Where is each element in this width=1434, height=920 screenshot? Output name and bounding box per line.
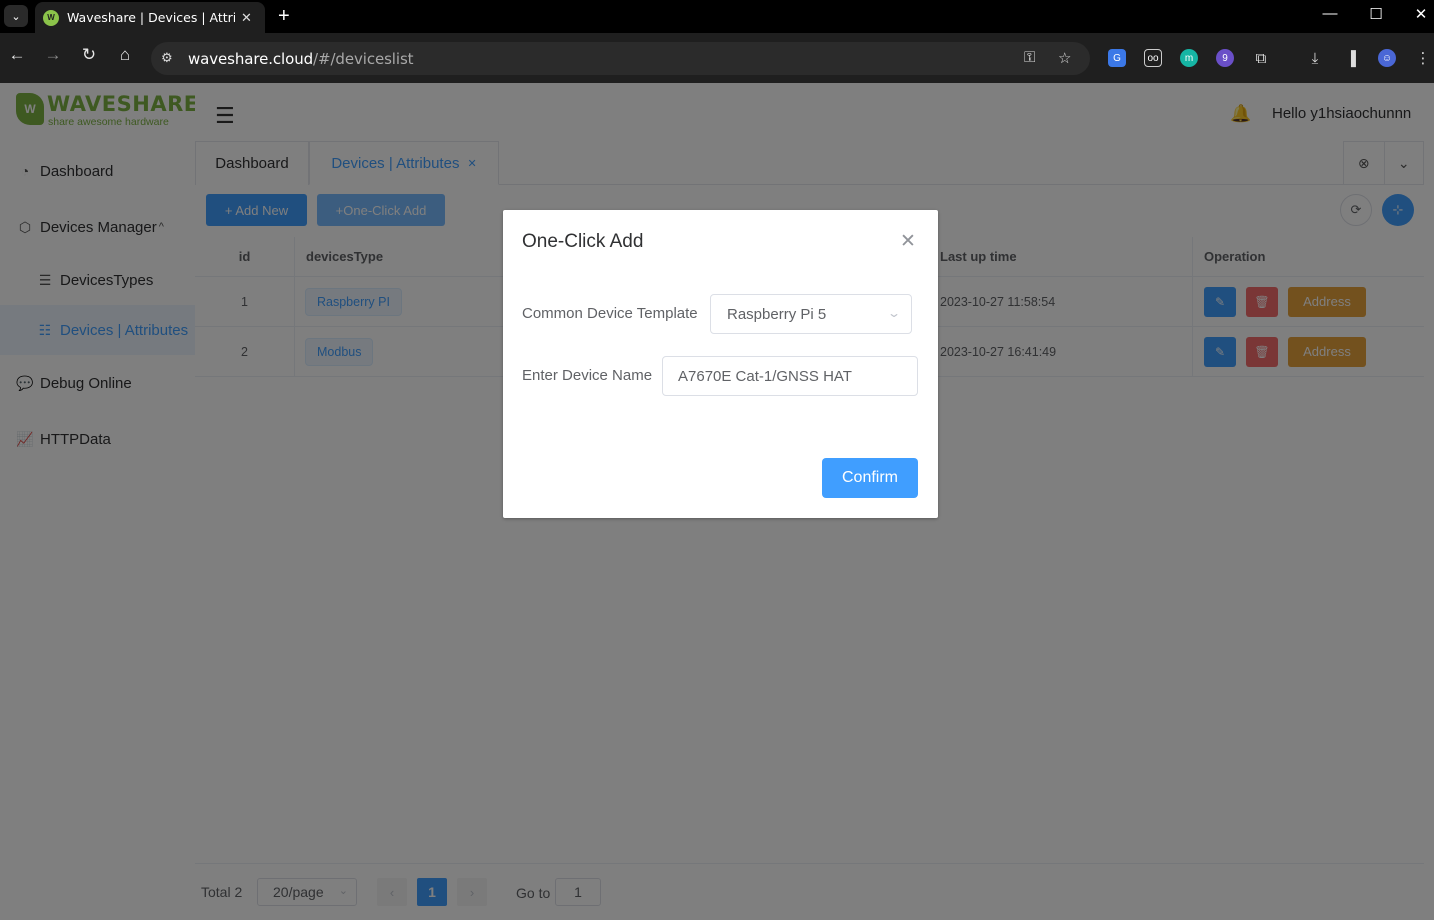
tab-search-button[interactable]: ⌄ bbox=[4, 5, 28, 27]
device-name-input[interactable] bbox=[662, 356, 918, 396]
minimize-window-button[interactable]: — bbox=[1320, 5, 1340, 22]
browser-tabstrip: ⌄ W Waveshare | Devices | Attributes ✕ +… bbox=[0, 0, 1434, 33]
close-tab-icon[interactable]: ✕ bbox=[241, 10, 252, 26]
forward-icon[interactable]: → bbox=[41, 45, 65, 65]
maximize-window-button[interactable]: ☐ bbox=[1366, 5, 1386, 23]
new-tab-button[interactable]: + bbox=[278, 5, 290, 27]
password-key-icon[interactable]: ⚿ bbox=[1024, 49, 1035, 66]
address-bar[interactable]: ⚙ waveshare.cloud/#/deviceslist ⚿ ☆ bbox=[151, 42, 1090, 75]
template-label: Common Device Template bbox=[522, 305, 698, 322]
confirm-button[interactable]: Confirm bbox=[822, 458, 918, 498]
badge-extension-icon[interactable]: 9 bbox=[1216, 49, 1234, 67]
reader-extension-icon[interactable]: oo bbox=[1144, 49, 1162, 67]
browser-toolbar: ← → ↻ ⌂ ⚙ waveshare.cloud/#/deviceslist … bbox=[0, 33, 1434, 83]
browser-tab-active[interactable]: W Waveshare | Devices | Attributes ✕ bbox=[35, 2, 265, 33]
translate-extension-icon[interactable]: G bbox=[1108, 49, 1126, 67]
chevron-down-icon: ⌄ bbox=[886, 306, 902, 320]
dialog-title: One-Click Add bbox=[522, 231, 644, 252]
m-extension-icon[interactable]: m bbox=[1180, 49, 1198, 67]
reload-icon[interactable]: ↻ bbox=[77, 45, 101, 65]
home-icon[interactable]: ⌂ bbox=[113, 45, 137, 65]
browser-menu-icon[interactable]: ⋮ bbox=[1414, 49, 1432, 67]
device-template-select[interactable]: Raspberry Pi 5 ⌄ bbox=[710, 294, 912, 334]
close-icon[interactable]: ✕ bbox=[900, 230, 916, 253]
side-panel-icon[interactable]: ▐ bbox=[1342, 49, 1360, 67]
template-selected-value: Raspberry Pi 5 bbox=[727, 305, 827, 323]
device-name-label: Enter Device Name bbox=[522, 367, 653, 384]
close-window-button[interactable]: ✕ bbox=[1411, 5, 1431, 23]
extensions-puzzle-icon[interactable]: ⧉ bbox=[1252, 49, 1270, 67]
url-text[interactable]: waveshare.cloud/#/deviceslist bbox=[188, 50, 414, 68]
bookmark-star-icon[interactable]: ☆ bbox=[1058, 49, 1071, 67]
site-info-icon[interactable]: ⚙ bbox=[161, 50, 173, 66]
downloads-icon[interactable]: ⤓ bbox=[1306, 49, 1324, 67]
back-icon[interactable]: ← bbox=[5, 45, 29, 65]
one-click-add-dialog: One-Click Add ✕ Common Device Template R… bbox=[503, 210, 938, 518]
browser-tab-title: Waveshare | Devices | Attributes bbox=[67, 10, 235, 25]
profile-avatar-icon[interactable]: ☺ bbox=[1378, 49, 1396, 67]
waveshare-favicon-icon: W bbox=[43, 9, 59, 26]
